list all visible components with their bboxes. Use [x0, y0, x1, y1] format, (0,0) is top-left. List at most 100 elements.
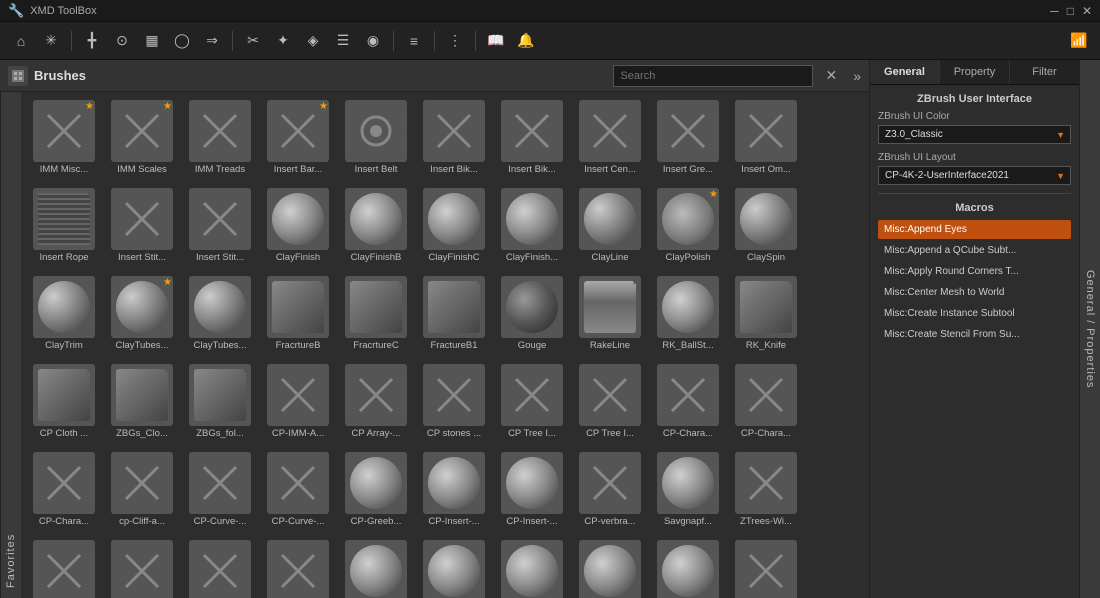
brush-star-empty[interactable]: ★: [397, 365, 406, 376]
tab-general[interactable]: General: [870, 60, 940, 84]
brush-item[interactable]: ★CP-Chara...: [25, 448, 103, 536]
close-button[interactable]: ✕: [1082, 4, 1092, 18]
brush-star[interactable]: ★: [163, 277, 172, 288]
brush-star-empty[interactable]: ★: [397, 453, 406, 464]
brush-star-empty[interactable]: ★: [631, 365, 640, 376]
brush-star-empty[interactable]: ★: [631, 101, 640, 112]
brush-item[interactable]: ★Insert Bik...: [415, 96, 493, 184]
toolbar-globe[interactable]: ◯: [169, 28, 195, 54]
brush-item[interactable]: ★ClayFinish: [259, 184, 337, 272]
brush-star-empty[interactable]: ★: [163, 541, 172, 552]
brush-item[interactable]: ★Nano Mes...: [337, 536, 415, 598]
brush-item[interactable]: ★ClayTubes...: [103, 272, 181, 360]
brush-item[interactable]: ★ClayFinishC: [415, 184, 493, 272]
brush-item[interactable]: ★ClayFinish...: [493, 184, 571, 272]
macro-item[interactable]: Misc:Create Stencil From Su...: [878, 325, 1071, 344]
brush-star-empty[interactable]: ★: [709, 277, 718, 288]
brush-item[interactable]: ★Insert Stit...: [103, 184, 181, 272]
brush-star-empty[interactable]: ★: [709, 541, 718, 552]
brush-item[interactable]: ★CP- Saau...: [181, 536, 259, 598]
ui-layout-select[interactable]: CP-4K-2-UserInterface2021: [878, 166, 1071, 185]
brush-item[interactable]: ★Insert Stit...: [181, 184, 259, 272]
brush-item[interactable]: ★CP-Insert-...: [415, 448, 493, 536]
toolbar-home[interactable]: ⌂: [8, 28, 34, 54]
brush-star-empty[interactable]: ★: [163, 365, 172, 376]
brush-star-empty[interactable]: ★: [319, 453, 328, 464]
toolbar-star[interactable]: ✦: [270, 28, 296, 54]
brush-item[interactable]: ★NanoMesh...: [571, 536, 649, 598]
toolbar-book[interactable]: 📖: [483, 28, 509, 54]
brush-star-empty[interactable]: ★: [319, 541, 328, 552]
brush-star-empty[interactable]: ★: [397, 277, 406, 288]
brush-item[interactable]: ★CP-Chara...: [649, 360, 727, 448]
brush-star-empty[interactable]: ★: [787, 541, 796, 552]
brush-star-empty[interactable]: ★: [475, 189, 484, 200]
brush-item[interactable]: ★RK_Knife: [727, 272, 805, 360]
toolbar-wifi[interactable]: 📶: [1066, 28, 1092, 54]
brush-item[interactable]: ★IMM Scales: [103, 96, 181, 184]
brush-item[interactable]: ★Insert Bar...: [259, 96, 337, 184]
brush-item[interactable]: ★CP-Curve-...: [181, 448, 259, 536]
brush-star-empty[interactable]: ★: [553, 277, 562, 288]
brush-star-empty[interactable]: ★: [709, 365, 718, 376]
brush-item[interactable]: ★ZBGs_Clo...: [103, 360, 181, 448]
brush-item[interactable]: ★FracrtureB: [259, 272, 337, 360]
brush-item[interactable]: ★CP-Greeb...: [337, 448, 415, 536]
brush-item[interactable]: ★cp-Cliff-a...: [103, 448, 181, 536]
brush-item[interactable]: ★ClayFinishB: [337, 184, 415, 272]
toolbar-circle[interactable]: ◉: [360, 28, 386, 54]
brush-star-empty[interactable]: ★: [631, 453, 640, 464]
brush-star-empty[interactable]: ★: [85, 365, 94, 376]
brush-item[interactable]: ★CP-Curve-...: [259, 448, 337, 536]
general-properties-tab[interactable]: General / Properties: [1079, 60, 1100, 598]
toolbar-asterisk[interactable]: ✳: [38, 28, 64, 54]
brush-star-empty[interactable]: ★: [241, 541, 250, 552]
brush-star-empty[interactable]: ★: [475, 277, 484, 288]
maximize-button[interactable]: □: [1067, 4, 1074, 18]
brush-star-empty[interactable]: ★: [709, 453, 718, 464]
brush-item[interactable]: ★Nano Mes...: [415, 536, 493, 598]
brush-star-empty[interactable]: ★: [85, 189, 94, 200]
brush-star-empty[interactable]: ★: [397, 541, 406, 552]
toolbar-diamond[interactable]: ◈: [300, 28, 326, 54]
macro-item[interactable]: Misc:Center Mesh to World: [878, 283, 1071, 302]
brush-item[interactable]: ★Savgnapf...: [649, 448, 727, 536]
brush-star-empty[interactable]: ★: [85, 453, 94, 464]
toolbar-scissors[interactable]: ✂: [240, 28, 266, 54]
search-input[interactable]: [613, 65, 813, 87]
toolbar-more[interactable]: ⋮: [442, 28, 468, 54]
brush-item[interactable]: ★CP Cloth ...: [25, 360, 103, 448]
brush-star-empty[interactable]: ★: [631, 189, 640, 200]
brush-star-empty[interactable]: ★: [319, 277, 328, 288]
brush-star-empty[interactable]: ★: [163, 453, 172, 464]
brush-star-empty[interactable]: ★: [631, 541, 640, 552]
brush-item[interactable]: ★OneSquad...: [727, 536, 805, 598]
brush-item[interactable]: ★ClayTrim: [25, 272, 103, 360]
brush-star-empty[interactable]: ★: [241, 365, 250, 376]
minimize-button[interactable]: ─: [1050, 4, 1059, 18]
brush-item[interactable]: ★ClaySpin: [727, 184, 805, 272]
brush-item[interactable]: ★CP-verbra...: [571, 448, 649, 536]
brush-item[interactable]: ★CP Nano ...: [103, 536, 181, 598]
brush-star-empty[interactable]: ★: [553, 101, 562, 112]
brush-item[interactable]: ★CP Array-...: [337, 360, 415, 448]
brush-item[interactable]: ★Insert Belt: [337, 96, 415, 184]
brush-star[interactable]: ★: [85, 101, 94, 112]
brush-item[interactable]: ★ClayLine: [571, 184, 649, 272]
brush-star-empty[interactable]: ★: [241, 277, 250, 288]
brush-item[interactable]: ★ClayTubes...: [181, 272, 259, 360]
brush-star-empty[interactable]: ★: [319, 189, 328, 200]
brush-star-empty[interactable]: ★: [787, 365, 796, 376]
brush-star[interactable]: ★: [163, 101, 172, 112]
brush-item[interactable]: ★NanoMesh...: [493, 536, 571, 598]
toolbar-add[interactable]: ╋: [79, 28, 105, 54]
brush-star-empty[interactable]: ★: [475, 101, 484, 112]
brush-item[interactable]: ★IMM Treads: [181, 96, 259, 184]
brush-star-empty[interactable]: ★: [787, 277, 796, 288]
toolbar-grid[interactable]: ▦: [139, 28, 165, 54]
brush-star-empty[interactable]: ★: [85, 277, 94, 288]
brush-star-empty[interactable]: ★: [397, 101, 406, 112]
brush-item[interactable]: ★FracrtureC: [337, 272, 415, 360]
ui-color-select[interactable]: Z3.0_Classic: [878, 125, 1071, 144]
toolbar-circle-dot[interactable]: ⊙: [109, 28, 135, 54]
